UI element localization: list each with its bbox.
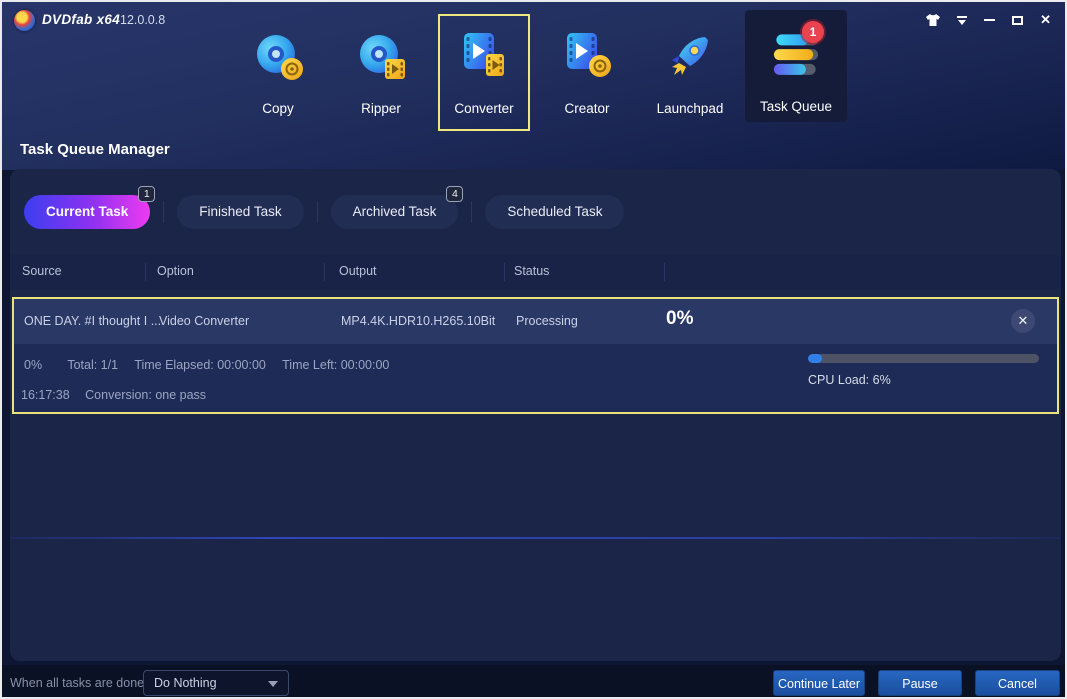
tab-current-task[interactable]: Current Task 1 (24, 195, 150, 229)
app-version: 12.0.0.8 (120, 13, 165, 27)
detail-total: Total: 1/1 (67, 358, 118, 372)
task-log-line: 16:17:38 Conversion: one pass (21, 388, 218, 402)
tab-current-task-label: Current Task (46, 204, 128, 219)
column-header-status: Status (514, 264, 549, 278)
tab-separator (317, 201, 318, 223)
nav-item-task-queue[interactable]: 1 Task Queue (745, 10, 847, 122)
table-header-row: Source Option Output Status (10, 255, 1061, 289)
nav-label-ripper: Ripper (335, 101, 427, 116)
creator-film-disc-icon (560, 29, 614, 83)
detail-conversion: Conversion: one pass (85, 388, 206, 402)
tab-current-task-badge: 1 (138, 186, 155, 202)
cpu-progress-bar (808, 354, 1039, 363)
nav-item-converter[interactable]: Converter (438, 14, 530, 131)
tab-archived-task-label: Archived Task (353, 204, 437, 219)
active-task-card: ONE DAY. #I thought I ... Video Converte… (12, 297, 1059, 414)
task-queue-count-badge: 1 (802, 21, 824, 43)
task-queue-panel: Current Task 1 Finished Task Archived Ta… (10, 169, 1061, 661)
maximize-button[interactable] (1012, 13, 1023, 27)
tab-archived-task[interactable]: Archived Task 4 (331, 195, 459, 229)
minimize-button[interactable] (984, 13, 995, 27)
continue-later-button[interactable]: Continue Later (773, 670, 865, 696)
detail-timestamp: 16:17:38 (21, 388, 70, 402)
tab-separator (163, 201, 164, 223)
page-title: Task Queue Manager (20, 141, 170, 158)
column-divider (664, 263, 665, 281)
task-status: Processing (516, 314, 578, 328)
column-divider (504, 263, 505, 281)
converter-film-icon (457, 29, 511, 83)
cancel-button[interactable]: Cancel (975, 670, 1060, 696)
tab-bar: Current Task 1 Finished Task Archived Ta… (24, 194, 624, 230)
app-title: DVDfab x64 (42, 12, 120, 27)
column-header-option: Option (157, 264, 194, 278)
nav-label-task-queue: Task Queue (745, 99, 847, 114)
task-row[interactable]: ONE DAY. #I thought I ... Video Converte… (14, 299, 1057, 344)
nav-item-launchpad[interactable]: Launchpad (644, 14, 736, 131)
nav-label-launchpad: Launchpad (644, 101, 736, 116)
cpu-progress-fill (808, 354, 822, 363)
nav-item-copy[interactable]: Copy (232, 14, 324, 131)
nav-item-creator[interactable]: Creator (541, 14, 633, 131)
column-header-source: Source (22, 264, 62, 278)
tab-finished-task-label: Finished Task (199, 204, 281, 219)
column-divider (324, 263, 325, 281)
tab-archived-task-badge: 4 (446, 186, 463, 202)
when-done-dropdown[interactable]: Do Nothing (143, 670, 289, 696)
nav-label-launchpad: Creator (541, 101, 633, 116)
nav-label-copy: Copy (232, 101, 324, 116)
column-header-output: Output (339, 264, 377, 278)
rocket-icon (663, 29, 717, 83)
nav-label-converter: Converter (440, 101, 528, 116)
dvdfab-window: DVDfab x64 12.0.0.8 ✕ Copy (0, 0, 1067, 699)
tab-scheduled-task[interactable]: Scheduled Task (485, 195, 624, 229)
detail-time-left: Time Left: 00:00:00 (282, 358, 389, 372)
task-cancel-icon[interactable]: ✕ (1011, 309, 1035, 333)
pause-button[interactable]: Pause (878, 670, 962, 696)
task-option: Video Converter (159, 314, 249, 328)
task-source: ONE DAY. #I thought I ... (24, 314, 161, 328)
footer-bar: When all tasks are done: Do Nothing Cont… (2, 665, 1065, 699)
detail-percent: 0% (24, 358, 42, 372)
dvdfab-logo-icon (14, 10, 35, 31)
when-done-value: Do Nothing (154, 676, 217, 690)
copy-disc-icon (251, 29, 305, 83)
ripper-disc-film-icon (354, 29, 408, 83)
detail-elapsed: Time Elapsed: 00:00:00 (134, 358, 266, 372)
panel-divider-line (10, 537, 1061, 539)
window-controls: ✕ (926, 13, 1051, 27)
task-details: 0% Total: 1/1 Time Elapsed: 00:00:00 Tim… (14, 344, 1057, 412)
column-divider (145, 263, 146, 281)
menu-dropdown-icon[interactable] (957, 13, 967, 27)
cpu-load-label: CPU Load: 6% (808, 373, 891, 387)
task-stats-line: 0% Total: 1/1 Time Elapsed: 00:00:00 Tim… (24, 358, 402, 372)
task-progress-percent: 0% (666, 308, 693, 330)
tab-separator (471, 201, 472, 223)
theme-skin-icon[interactable] (926, 13, 940, 27)
when-done-label: When all tasks are done: (10, 676, 148, 690)
task-output: MP4.4K.HDR10.H265.10Bit (341, 314, 495, 328)
nav-item-ripper[interactable]: Ripper (335, 14, 427, 131)
tab-finished-task[interactable]: Finished Task (177, 195, 303, 229)
chevron-down-icon (268, 681, 278, 687)
close-button[interactable]: ✕ (1040, 13, 1051, 27)
tab-scheduled-task-label: Scheduled Task (507, 204, 602, 219)
